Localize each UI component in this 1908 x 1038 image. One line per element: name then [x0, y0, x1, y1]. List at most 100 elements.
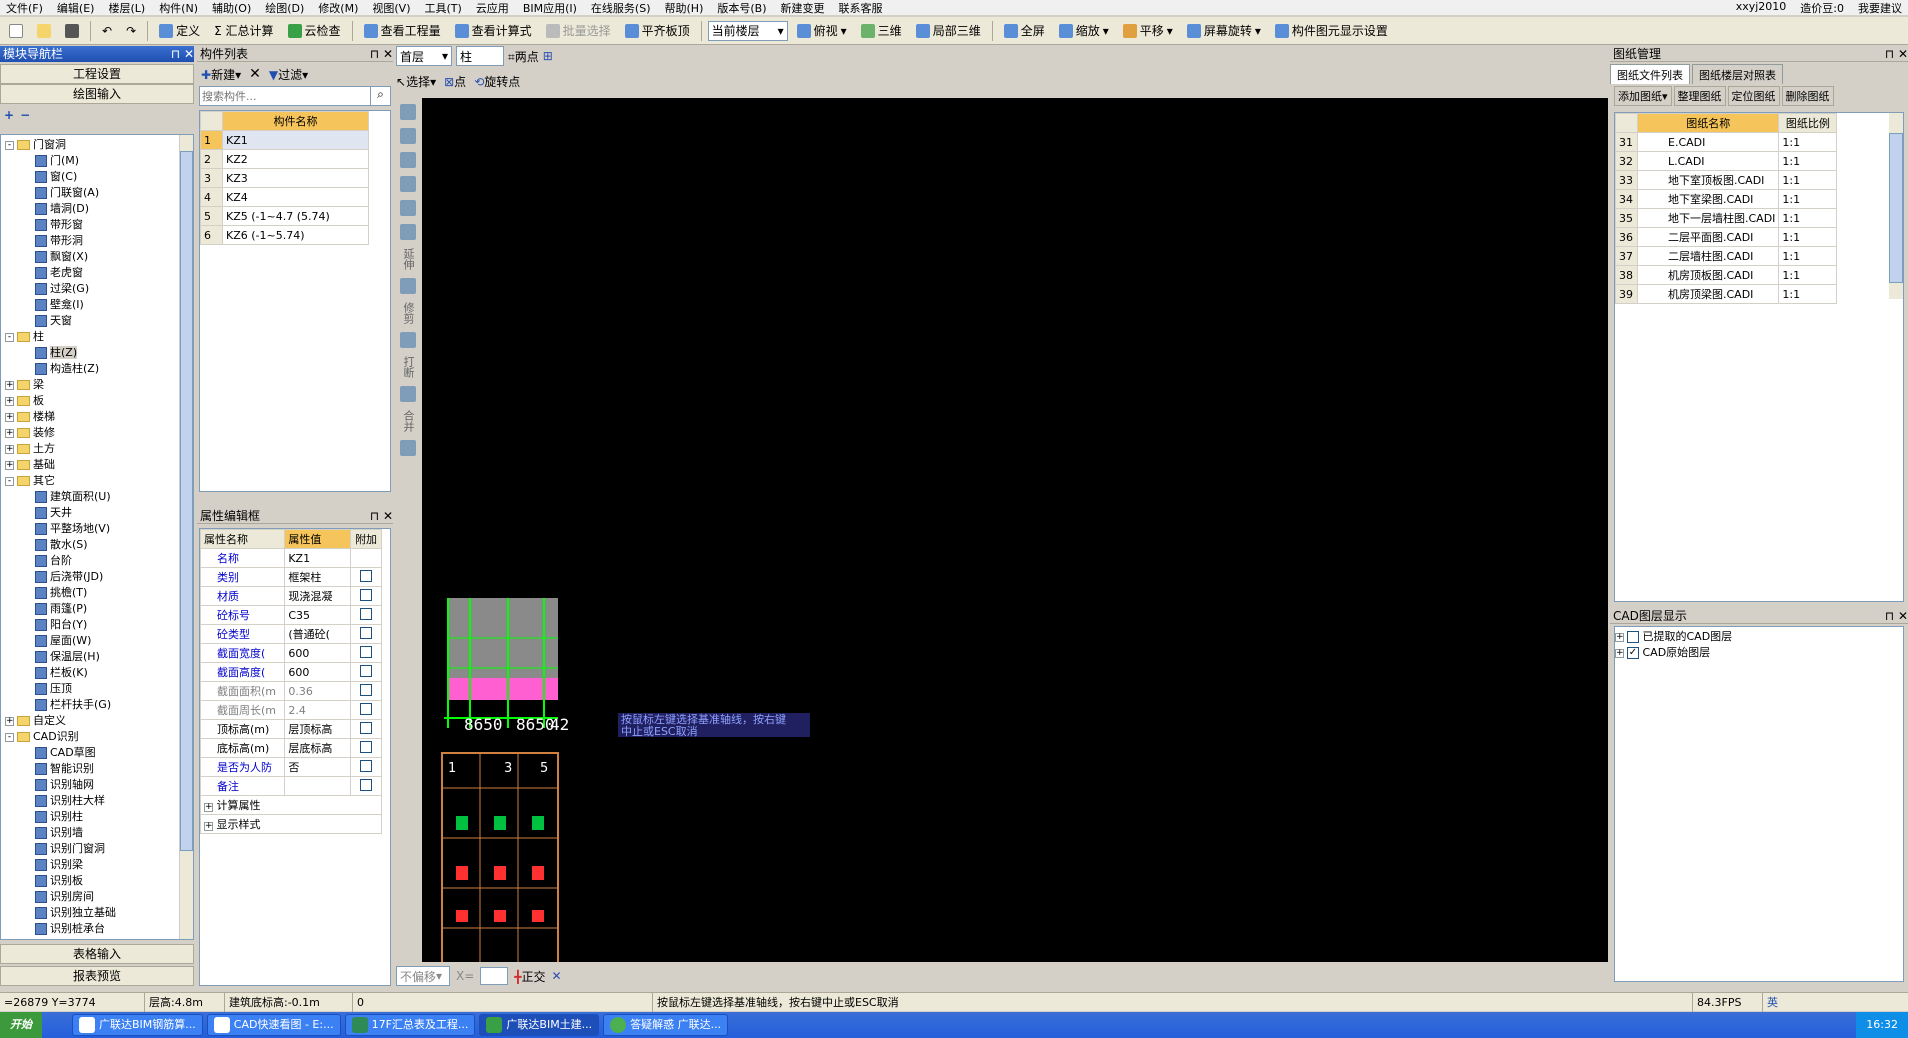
property-row[interactable]: 截面周长(m 2.4 [199, 700, 382, 720]
menu-item[interactable]: 在线服务(S) [591, 0, 651, 15]
tree-item[interactable]: 台阶 [1, 553, 179, 569]
open-button[interactable] [32, 21, 56, 41]
task-1[interactable]: 广联达BIM钢筋算... [72, 1014, 203, 1036]
property-extra[interactable] [350, 624, 382, 644]
collapse-icon[interactable]: - [5, 476, 14, 486]
collapse-icon[interactable]: - [5, 140, 14, 150]
tree-folder[interactable]: + 土方 [1, 441, 179, 457]
tree-item[interactable]: 天井 [1, 505, 179, 521]
property-value[interactable]: 层顶标高 [284, 719, 352, 739]
property-extra[interactable] [350, 643, 382, 663]
tree-item[interactable]: 后浇带(JD) [1, 569, 179, 585]
property-row[interactable]: 截面宽度(600 [199, 643, 382, 663]
component-row[interactable]: 3 KZ3 [200, 168, 369, 188]
drawing-scale-cell[interactable]: 1:1 [1778, 208, 1838, 228]
tb-view-formula[interactable]: 查看计算式 [450, 19, 537, 42]
component-row[interactable]: 2 KZ2 [200, 149, 369, 169]
property-row[interactable]: 顶标高(m) 层顶标高 [199, 719, 382, 739]
pin-close-icons[interactable]: ⊓ ✕ [370, 508, 393, 523]
property-value[interactable]: (普通砼( [284, 624, 352, 644]
scroll-thumb[interactable] [180, 151, 193, 851]
property-extra[interactable] [350, 662, 382, 682]
tree-item[interactable]: 柱(Z) [1, 345, 179, 361]
menu-item[interactable]: 楼层(L) [108, 0, 145, 15]
tree-item[interactable]: 建筑面积(U) [1, 489, 179, 505]
tree-item[interactable]: 智能识别 [1, 761, 179, 777]
floor-combo[interactable]: 首层 ▾ [396, 46, 452, 66]
tree-item[interactable]: 识别轴网 [1, 777, 179, 793]
tb-define[interactable]: 定义 [154, 19, 205, 42]
drawing-row[interactable]: 34 地下室梁图.CADI 1:1 [1615, 189, 1838, 209]
new-file-button[interactable] [4, 21, 28, 41]
drawing-scrollbar[interactable] [1889, 113, 1903, 299]
tree-item[interactable]: 散水(S) [1, 537, 179, 553]
property-row[interactable]: 砼类型 (普通砼( [199, 624, 382, 644]
pin-close-icons[interactable]: ⊓ ✕ [171, 46, 194, 62]
drawing-name-cell[interactable]: 二层墙柱图.CADI [1636, 246, 1780, 266]
menu-item[interactable]: 修改(M) [318, 0, 358, 15]
tree-item[interactable]: 墙洞(D) [1, 201, 179, 217]
filter-button[interactable]: ▼过滤▾ [269, 66, 308, 83]
start-button[interactable]: 开始 [0, 1012, 42, 1038]
tree-item[interactable]: 栏杆扶手(G) [1, 697, 179, 713]
property-extra[interactable] [350, 757, 382, 777]
mirror-icon[interactable] [400, 128, 416, 144]
tb-align-slab[interactable]: 平齐板顶 [620, 19, 695, 42]
tree-item[interactable]: 识别板 [1, 873, 179, 889]
ortho-button[interactable]: ╋正交 [514, 968, 545, 985]
two-points-button[interactable]: ⌗两点 [508, 48, 539, 65]
tree-item[interactable]: CAD草图 [1, 745, 179, 761]
pin-close-icons[interactable]: ⊓ ✕ [370, 46, 393, 61]
floor-select[interactable]: 当前楼层 ▾ [707, 20, 788, 41]
collapse-all-icon[interactable]: − [20, 108, 30, 122]
tb-summary[interactable]: Σ 汇总计算 [209, 19, 278, 42]
tree-item[interactable]: 带形窗 [1, 217, 179, 233]
task-5[interactable]: 答疑解惑 广联达... [603, 1014, 729, 1036]
rotate-point-button[interactable]: ⟲旋转点 [474, 73, 520, 90]
property-extra[interactable] [350, 548, 382, 568]
task-3[interactable]: 17F汇总表及工程... [344, 1014, 476, 1036]
tree-item[interactable]: 平整场地(V) [1, 521, 179, 537]
property-value[interactable]: 600 [284, 662, 352, 682]
drawing-name-cell[interactable]: 地下室顶板图.CADI [1636, 170, 1780, 190]
tree-item[interactable]: 识别门窗洞 [1, 841, 179, 857]
undo-button[interactable]: ↶ [97, 21, 117, 41]
drawing-name-cell[interactable]: E.CADI [1636, 132, 1780, 152]
tree-item[interactable]: 构造柱(Z) [1, 361, 179, 377]
tree-item[interactable]: 阳台(Y) [1, 617, 179, 633]
property-value[interactable]: 0.36 [284, 681, 352, 701]
tab-floor-map[interactable]: 图纸楼层对照表 [1692, 64, 1783, 84]
tree-folder[interactable]: + 基础 [1, 457, 179, 473]
menu-item[interactable]: 云应用 [476, 0, 509, 15]
checkbox[interactable] [360, 683, 373, 696]
component-row[interactable]: 1 KZ1 [200, 130, 369, 150]
checkbox[interactable] [360, 702, 373, 715]
extend-label[interactable]: 延伸 [402, 248, 415, 270]
pin-close-icons[interactable]: ⊓ ✕ [1885, 608, 1908, 623]
drawing-scale-cell[interactable]: 1:1 [1778, 151, 1838, 171]
pin-close-icons[interactable]: ⊓ ✕ [1885, 46, 1908, 61]
delete-icon[interactable]: ✕ [249, 66, 261, 82]
type-combo[interactable]: 柱 [456, 46, 504, 66]
expand-icon[interactable]: + [5, 380, 14, 390]
tree-item[interactable]: 过梁(G) [1, 281, 179, 297]
property-value[interactable] [284, 776, 352, 796]
expand-icon[interactable]: + [5, 716, 14, 726]
tree-item[interactable]: 雨篷(P) [1, 601, 179, 617]
property-value[interactable]: C35 [284, 605, 352, 625]
tree-item[interactable]: 识别梁 [1, 857, 179, 873]
merge-icon[interactable] [400, 386, 416, 402]
menu-item[interactable]: 新建变更 [781, 0, 825, 15]
tb-cloud-check[interactable]: 云检查 [283, 19, 346, 42]
property-value[interactable]: KZ1 [284, 548, 352, 568]
expand-icon[interactable]: + [5, 396, 14, 406]
checkbox-checked[interactable]: ✓ [1627, 647, 1639, 659]
menu-item[interactable]: 绘图(D) [265, 0, 304, 15]
drawing-input-button[interactable]: 绘图输入 [0, 84, 194, 104]
checkbox[interactable] [360, 569, 373, 582]
component-name-cell[interactable]: KZ1 [222, 130, 369, 150]
grid-icon[interactable]: ⊞ [543, 49, 553, 63]
tree-item[interactable]: 挑檐(T) [1, 585, 179, 601]
tree-item[interactable]: 飘窗(X) [1, 249, 179, 265]
component-row[interactable]: 5 KZ5 (-1~4.7 (5.74) [200, 206, 369, 226]
